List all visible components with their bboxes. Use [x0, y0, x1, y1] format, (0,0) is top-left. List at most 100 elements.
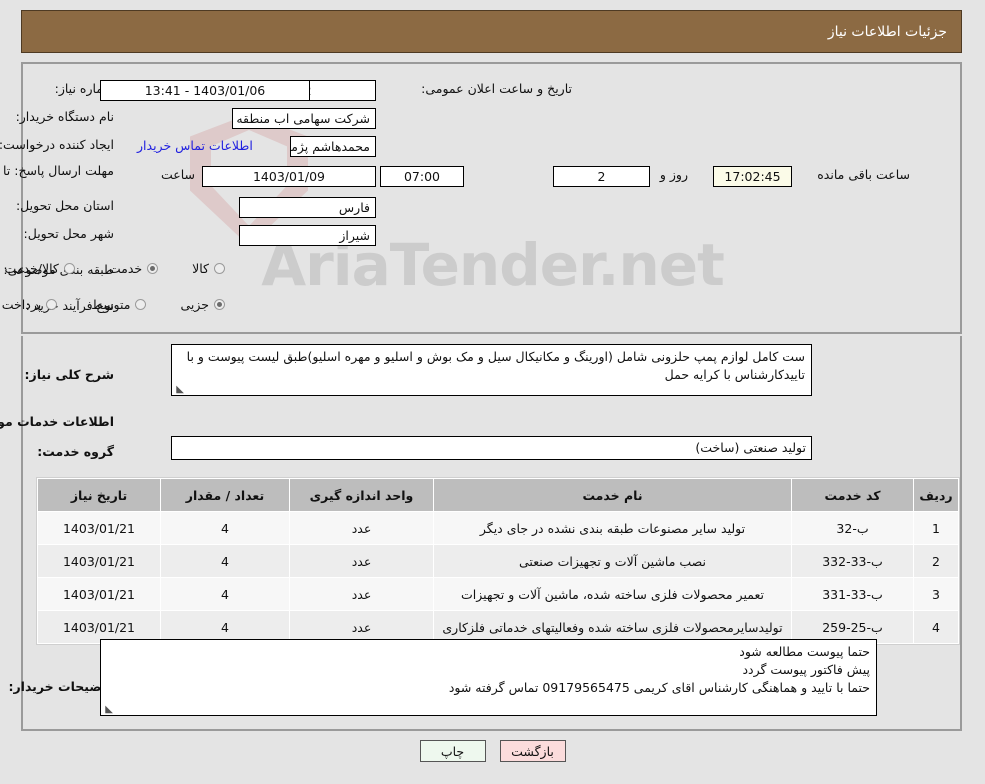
deadline-date-field[interactable]: 1403/01/09 [202, 166, 376, 187]
radio-icon-jozee[interactable] [214, 299, 225, 310]
col-qty: تعداد / مقدار [160, 478, 290, 512]
back-button[interactable]: بازگشت [499, 740, 566, 762]
cell-code: ب-33-331 [791, 577, 914, 611]
table-row: 2 ب-33-332 نصب ماشین آلات و تجهیزات صنعت… [37, 544, 959, 578]
hour-label-wrap: ساعت [161, 167, 195, 182]
requester-label: ایجاد کننده درخواست: [0, 137, 114, 152]
buyer-org-label-wrap: نام دستگاه خریدار: [16, 109, 114, 124]
buyer-org-label: نام دستگاه خریدار: [15, 109, 114, 124]
radio-icon-treasury[interactable] [46, 299, 58, 310]
deadline-time-field[interactable]: 07:00 [380, 166, 464, 187]
category-option-2-label: کالا/خدمت [4, 261, 59, 276]
group-label-wrap: گروه خدمت: [37, 444, 114, 459]
process-option-2-label: پرداخت تمام یا بخشی از مبلغ خرید،از محل … [0, 297, 42, 312]
hour-label: ساعت [160, 167, 195, 182]
service-group-label: گروه خدمت: [37, 444, 114, 459]
province-label-wrap: استان محل تحویل: [16, 198, 114, 213]
days-label: روز و [659, 167, 688, 182]
buyer-contact-link[interactable]: اطلاعات تماس خریدار [137, 138, 253, 153]
services-section-title: اطلاعات خدمات مورد نیاز [0, 414, 114, 429]
requester-label-wrap: ایجاد کننده درخواست: [0, 137, 114, 152]
col-name: نام خدمت [433, 478, 792, 512]
col-row: ردیف [913, 478, 959, 512]
cell-code: ب-32 [791, 511, 914, 545]
announce-label: تاریخ و ساعت اعلان عمومی: [421, 81, 572, 96]
announce-label-wrap: تاریخ و ساعت اعلان عمومی: [421, 81, 572, 96]
buyer-org-field[interactable]: شرکت سهامی اب منطقه ای فارس [232, 108, 376, 129]
notes-line-2: پیش فاکتور پیوست گردد [742, 662, 870, 677]
cell-row: 4 [913, 610, 959, 644]
radio-icon-khedmat[interactable] [147, 263, 159, 274]
radio-icon-kala[interactable] [214, 263, 225, 274]
requester-field[interactable]: محمدهاشم پژمانی کاربرداز شرکت سهامی اب م… [290, 136, 376, 157]
category-radio-group[interactable]: کالا خدمت کالا/خدمت [4, 261, 225, 276]
province-field[interactable]: فارس [239, 197, 376, 218]
cell-row: 3 [913, 577, 959, 611]
notes-line-1: حتما پیوست مطالعه شود [739, 644, 870, 659]
print-button[interactable]: چاپ [419, 740, 486, 762]
page-header: جزئیات اطلاعات نیاز [21, 10, 962, 53]
buyer-notes-textarea[interactable]: حتما پیوست مطالعه شود پیش فاکتور پیوست گ… [100, 639, 877, 716]
resize-grip-icon[interactable]: ◣ [175, 385, 184, 395]
cell-unit: عدد [289, 544, 434, 578]
category-option-1[interactable]: خدمت [108, 261, 159, 276]
cell-date: 1403/01/21 [37, 577, 161, 611]
countdown-label: ساعت باقی مانده [817, 167, 910, 182]
col-unit: واحد اندازه گیری [289, 478, 434, 512]
page-title: جزئیات اطلاعات نیاز [827, 23, 947, 40]
contact-link-wrap[interactable]: اطلاعات تماس خریدار [137, 138, 253, 153]
process-option-1[interactable]: متوسط [91, 297, 147, 312]
cell-qty: 4 [160, 577, 290, 611]
cell-unit: عدد [289, 577, 434, 611]
services-table-wrap: ردیف کد خدمت نام خدمت واحد اندازه گیری ت… [36, 477, 960, 645]
cell-qty: 4 [160, 544, 290, 578]
days-label-wrap: روز و [660, 167, 688, 182]
city-field[interactable]: شیراز [239, 225, 376, 246]
cell-row: 1 [913, 511, 959, 545]
services-title-wrap: اطلاعات خدمات مورد نیاز [0, 414, 114, 429]
city-label: شهر محل تحویل: [23, 226, 114, 241]
table-row: 1 ب-32 تولید سایر مصنوعات طبقه بندی نشده… [37, 511, 959, 545]
col-date: تاریخ نیاز [37, 478, 161, 512]
countdown-label-wrap: ساعت باقی مانده [817, 167, 910, 182]
process-option-2[interactable]: پرداخت تمام یا بخشی از مبلغ خرید،از محل … [0, 297, 58, 312]
category-option-1-label: خدمت [108, 261, 143, 276]
description-text: ست کامل لوازم پمپ حلزونی شامل (اورینگ و … [186, 349, 805, 382]
announce-datetime-field[interactable]: 1403/01/06 - 13:41 [100, 80, 310, 101]
cell-name: نصب ماشین آلات و تجهیزات صنعتی [433, 544, 792, 578]
description-textarea[interactable]: ست کامل لوازم پمپ حلزونی شامل (اورینگ و … [171, 344, 812, 396]
notes-label-wrap: توضیحات خریدار: [8, 679, 114, 694]
city-label-wrap: شهر محل تحویل: [24, 226, 114, 241]
need-info-panel [21, 62, 962, 334]
cell-date: 1403/01/21 [37, 544, 161, 578]
process-option-0-label: جزیی [180, 297, 209, 312]
radio-icon-motevaset[interactable] [135, 299, 147, 310]
category-option-0[interactable]: کالا [192, 261, 225, 276]
process-option-1-label: متوسط [91, 297, 131, 312]
deadline-label: مهلت ارسال پاسخ: تا تاریخ: [0, 163, 114, 179]
resize-grip-icon[interactable]: ◣ [104, 705, 113, 715]
page-root: جزئیات اطلاعات نیاز AriaTender.net شماره… [0, 0, 985, 784]
process-option-0[interactable]: جزیی [180, 297, 225, 312]
remaining-days-field[interactable]: 2 [553, 166, 650, 187]
table-row: 3 ب-33-331 تعمیر محصولات فلزی ساخته شده،… [37, 577, 959, 611]
cell-unit: عدد [289, 511, 434, 545]
cell-qty: 4 [160, 511, 290, 545]
service-group-field[interactable]: تولید صنعتی (ساخت) [171, 436, 812, 460]
action-buttons: بازگشت چاپ [0, 740, 985, 762]
cell-date: 1403/01/21 [37, 511, 161, 545]
cell-name: تولید سایر مصنوعات طبقه بندی نشده در جای… [433, 511, 792, 545]
cell-code: ب-33-332 [791, 544, 914, 578]
process-radio-group[interactable]: جزیی متوسط پرداخت تمام یا بخشی از مبلغ خ… [0, 297, 225, 312]
buyer-notes-label: توضیحات خریدار: [8, 679, 114, 694]
description-label: شرح کلی نیاز: [24, 367, 114, 382]
cell-name: تعمیر محصولات فلزی ساخته شده، ماشین آلات… [433, 577, 792, 611]
description-label-wrap: شرح کلی نیاز: [25, 367, 114, 382]
category-option-0-label: کالا [192, 261, 209, 276]
radio-icon-kala-khedmat[interactable] [63, 263, 75, 274]
table-header-row: ردیف کد خدمت نام خدمت واحد اندازه گیری ت… [37, 478, 959, 512]
category-option-2[interactable]: کالا/خدمت [4, 261, 75, 276]
countdown-field: 17:02:45 [713, 166, 792, 187]
col-code: کد خدمت [791, 478, 914, 512]
cell-row: 2 [913, 544, 959, 578]
